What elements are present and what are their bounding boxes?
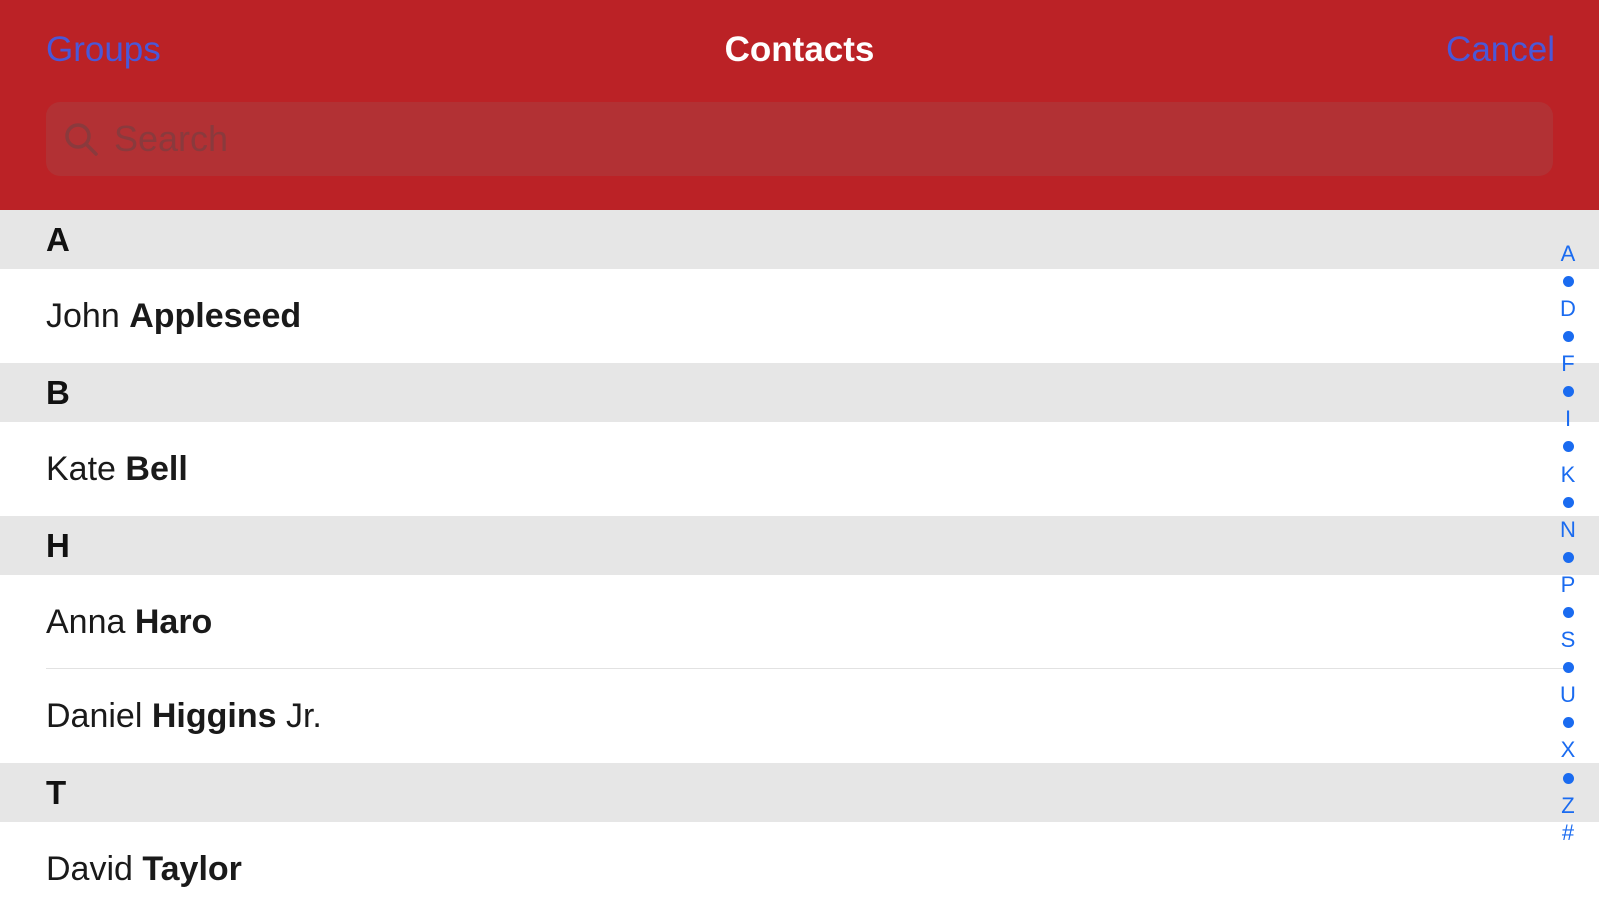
contact-last-name: Taylor — [142, 850, 242, 888]
cancel-button[interactable]: Cancel — [1446, 28, 1555, 72]
dot-icon — [1562, 717, 1574, 729]
page-title: Contacts — [724, 30, 875, 69]
index-letter[interactable]: Z — [1553, 792, 1583, 820]
contact-row[interactable]: Daniel Higgins Jr. — [0, 669, 1599, 763]
index-dot[interactable] — [1553, 764, 1583, 792]
index-dot[interactable] — [1553, 323, 1583, 351]
dot-icon — [1562, 441, 1574, 453]
dot-icon — [1562, 331, 1574, 343]
search-input[interactable] — [110, 102, 1534, 176]
index-letter[interactable]: P — [1553, 571, 1583, 599]
index-letter[interactable]: X — [1553, 737, 1583, 765]
search-icon — [65, 123, 98, 156]
navigation-bar: Groups Contacts Cancel — [0, 0, 1599, 210]
index-letter[interactable]: K — [1553, 461, 1583, 489]
index-letter[interactable]: S — [1553, 626, 1583, 654]
search-bar[interactable] — [46, 102, 1553, 176]
index-letter[interactable]: # — [1553, 819, 1583, 847]
index-letter[interactable]: D — [1553, 295, 1583, 323]
contact-last-name: Higgins — [151, 697, 277, 735]
contact-first-name: David — [46, 850, 133, 888]
contact-last-name: Bell — [125, 450, 188, 488]
dot-icon — [1562, 551, 1574, 563]
dot-icon — [1562, 772, 1574, 784]
section-header-b: B — [0, 363, 1599, 422]
contact-first-name: Anna — [46, 603, 126, 641]
index-letter[interactable]: F — [1553, 350, 1583, 378]
index-letter[interactable]: U — [1553, 682, 1583, 710]
index-dot[interactable] — [1553, 599, 1583, 627]
section-header-h: H — [0, 516, 1599, 575]
index-dot[interactable] — [1553, 488, 1583, 516]
contact-row[interactable]: Kate Bell — [0, 422, 1599, 516]
dot-icon — [1562, 496, 1574, 508]
contact-first-name: John — [46, 297, 120, 335]
index-dot[interactable] — [1553, 709, 1583, 737]
contacts-list[interactable]: A John Appleseed B Kate Bell H Anna Haro… — [0, 210, 1599, 900]
contact-first-name: Daniel — [46, 697, 143, 735]
index-dot[interactable] — [1553, 433, 1583, 461]
contact-last-name: Haro — [134, 603, 213, 641]
index-dot[interactable] — [1553, 268, 1583, 296]
dot-icon — [1562, 607, 1574, 619]
contact-row[interactable]: David Taylor — [0, 822, 1599, 900]
contact-last-name: Appleseed — [129, 297, 302, 335]
index-dot[interactable] — [1553, 654, 1583, 682]
dot-icon — [1562, 662, 1574, 674]
contact-row[interactable]: Anna Haro — [0, 575, 1599, 669]
section-header-a: A — [0, 210, 1599, 269]
dot-icon — [1562, 386, 1574, 398]
contact-row[interactable]: John Appleseed — [0, 269, 1599, 363]
section-index[interactable]: A D F I K N P S U X Z # — [1553, 240, 1583, 860]
index-letter[interactable]: N — [1553, 516, 1583, 544]
contact-name-suffix: Jr. — [285, 697, 322, 735]
contact-first-name: Kate — [46, 450, 116, 488]
index-letter[interactable]: I — [1553, 406, 1583, 434]
index-letter[interactable]: A — [1553, 240, 1583, 268]
index-dot[interactable] — [1553, 544, 1583, 572]
section-header-t: T — [0, 763, 1599, 822]
dot-icon — [1562, 275, 1574, 287]
index-dot[interactable] — [1553, 378, 1583, 406]
